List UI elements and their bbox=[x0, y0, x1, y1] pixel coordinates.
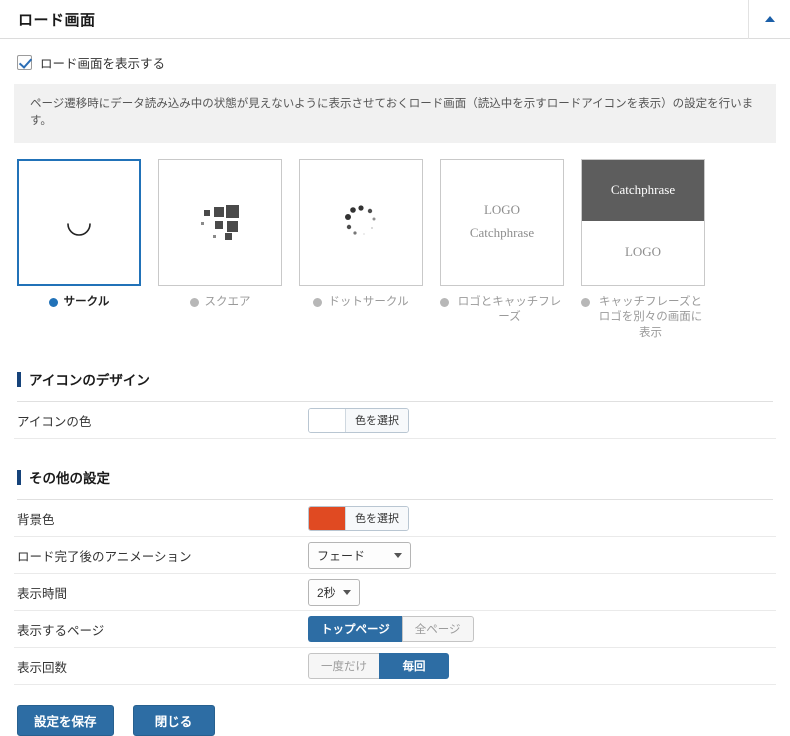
pages-option-top[interactable]: トップページ bbox=[308, 616, 402, 643]
squares-icon bbox=[159, 160, 281, 285]
icon-color-select-button[interactable]: 色を選択 bbox=[345, 408, 408, 432]
accent-bar-icon bbox=[17, 469, 21, 485]
design-radio-logo-catchphrase[interactable]: ロゴとキャッチフレーズ bbox=[440, 286, 564, 326]
row-frequency: 表示回数 一度だけ 毎回 bbox=[14, 648, 776, 686]
design-label-circle: サークル bbox=[63, 295, 110, 308]
dot-circle-icon bbox=[300, 160, 422, 285]
animation-select[interactable]: フェード bbox=[308, 541, 411, 569]
section-header-icon-design: アイコンのデザイン bbox=[17, 369, 773, 403]
caret-up-icon bbox=[764, 16, 775, 22]
bg-color-select-button[interactable]: 色を選択 bbox=[345, 506, 408, 530]
label-icon-color: アイコンの色 bbox=[17, 414, 92, 429]
design-label-logo-catchphrase: ロゴとキャッチフレーズ bbox=[457, 295, 562, 324]
frequency-toggle-group[interactable]: 一度だけ 毎回 bbox=[308, 653, 449, 680]
row-animation: ロード完了後のアニメーション フェード bbox=[14, 537, 776, 575]
accent-bar-icon bbox=[17, 371, 21, 387]
row-bg-color: 背景色 色を選択 bbox=[14, 500, 776, 538]
row-icon-color: アイコンの色 色を選択 bbox=[14, 402, 776, 440]
design-radio-dotcircle[interactable]: ドットサークル bbox=[299, 286, 423, 311]
design-radio-circle[interactable]: サークル bbox=[17, 286, 141, 311]
label-bg-color: 背景色 bbox=[17, 512, 55, 527]
chevron-down-icon bbox=[394, 552, 402, 558]
thumb-split-logo: LOGO bbox=[624, 244, 662, 260]
enable-loadscreen-row[interactable]: ロード画面を表示する bbox=[14, 39, 776, 84]
design-thumbnail-list: サークル スクエア ドットサークル LOGO Catchphrase ロゴとキャ… bbox=[14, 143, 776, 342]
footer-actions: 設定を保存 閉じる bbox=[14, 685, 776, 736]
thumb-catchphrase-text: Catchphrase bbox=[469, 225, 535, 240]
section-header-other: その他の設定 bbox=[17, 467, 773, 501]
design-radio-square[interactable]: スクエア bbox=[158, 286, 282, 311]
design-option-square[interactable]: スクエア bbox=[158, 158, 282, 342]
panel-collapse-toggle[interactable] bbox=[748, 0, 790, 39]
section-title-icon-design: アイコンのデザイン bbox=[29, 373, 150, 389]
duration-select[interactable]: 2秒 bbox=[308, 578, 360, 606]
design-label-dotcircle: ドットサークル bbox=[328, 295, 409, 308]
thumb-split-catchphrase: Catchphrase bbox=[610, 181, 676, 197]
label-animation: ロード完了後のアニメーション bbox=[17, 549, 192, 564]
design-thumbnail-dotcircle[interactable] bbox=[299, 158, 423, 286]
duration-select-value: 2秒 bbox=[317, 585, 336, 600]
design-option-circle[interactable]: サークル bbox=[17, 158, 141, 342]
label-frequency: 表示回数 bbox=[17, 660, 68, 675]
bg-color-picker[interactable]: 色を選択 bbox=[308, 505, 409, 531]
icon-color-swatch[interactable] bbox=[309, 408, 345, 432]
radio-dot-icon bbox=[440, 297, 449, 307]
chevron-down-icon bbox=[342, 589, 351, 595]
row-duration: 表示時間 2秒 bbox=[14, 574, 776, 612]
frequency-option-once[interactable]: 一度だけ bbox=[308, 653, 379, 680]
design-option-dotcircle[interactable]: ドットサークル bbox=[299, 158, 423, 342]
label-duration: 表示時間 bbox=[17, 586, 68, 601]
design-thumbnail-square[interactable] bbox=[158, 158, 282, 286]
design-option-logo-catchphrase[interactable]: LOGO Catchphrase ロゴとキャッチフレーズ bbox=[440, 158, 564, 342]
save-button[interactable]: 設定を保存 bbox=[17, 705, 114, 736]
enable-loadscreen-checkbox[interactable] bbox=[17, 55, 32, 70]
panel-header: ロード画面 bbox=[0, 0, 790, 39]
radio-dot-icon bbox=[48, 297, 58, 307]
design-option-split[interactable]: Catchphrase LOGO キャッチフレーズとロゴを別々の画面に表示 bbox=[581, 158, 705, 342]
design-label-square: スクエア bbox=[204, 295, 251, 308]
section-title-other: その他の設定 bbox=[29, 471, 110, 487]
circle-arc-icon bbox=[19, 161, 139, 284]
radio-dot-icon bbox=[189, 297, 199, 307]
label-pages: 表示するページ bbox=[17, 623, 105, 638]
pages-toggle-group[interactable]: トップページ 全ページ bbox=[308, 616, 474, 643]
design-radio-split[interactable]: キャッチフレーズとロゴを別々の画面に表示 bbox=[581, 286, 705, 342]
bg-color-swatch[interactable] bbox=[309, 506, 345, 530]
page-title: ロード画面 bbox=[18, 11, 96, 29]
thumb-logo-text: LOGO bbox=[483, 202, 521, 218]
row-pages: 表示するページ トップページ 全ページ bbox=[14, 611, 776, 649]
frequency-option-every[interactable]: 毎回 bbox=[379, 653, 449, 680]
panel-body: ロード画面を表示する ページ遷移時にデータ読み込み中の状態が見えないように表示さ… bbox=[0, 39, 790, 736]
design-thumbnail-circle[interactable] bbox=[17, 158, 141, 286]
design-label-split: キャッチフレーズとロゴを別々の画面に表示 bbox=[598, 295, 703, 339]
radio-dot-icon bbox=[581, 297, 590, 307]
close-button[interactable]: 閉じる bbox=[132, 705, 215, 736]
icon-color-picker[interactable]: 色を選択 bbox=[308, 407, 409, 433]
design-thumbnail-split[interactable]: Catchphrase LOGO bbox=[581, 158, 705, 286]
radio-dot-icon bbox=[313, 297, 323, 307]
design-thumbnail-logo-catchphrase[interactable]: LOGO Catchphrase bbox=[440, 158, 564, 286]
enable-loadscreen-label: ロード画面を表示する bbox=[40, 57, 166, 71]
pages-option-all[interactable]: 全ページ bbox=[401, 616, 474, 643]
description-note: ページ遷移時にデータ読み込み中の状態が見えないように表示させておくロード画面（読… bbox=[14, 84, 776, 143]
animation-select-value: フェード bbox=[317, 548, 366, 563]
